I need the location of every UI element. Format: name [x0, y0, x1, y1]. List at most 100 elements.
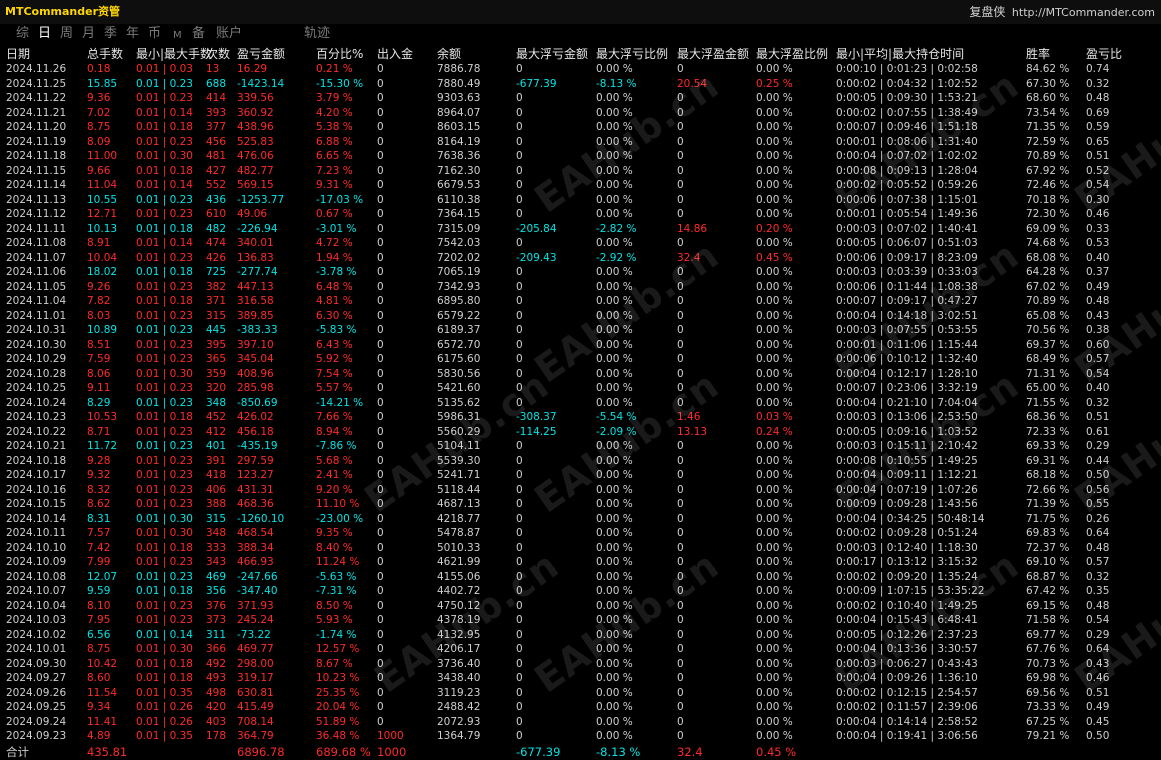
table-row[interactable]: 2024.10.04 8.10 0.01 | 0.23 376 371.93 8.50 %… [0, 599, 1161, 614]
table-row[interactable]: 2024.09.27 8.60 0.01 | 0.18 493 319.17 10.23 … [0, 671, 1161, 686]
table-row[interactable]: 2024.11.22 9.36 0.01 | 0.23 414 339.56 3.79 %… [0, 91, 1161, 106]
header-deposit[interactable]: 出入金 [377, 46, 413, 62]
table-row[interactable]: 2024.10.25 9.11 0.01 | 0.23 320 285.98 5.57 %… [0, 381, 1161, 396]
table-row[interactable]: 2024.09.26 11.54 0.01 | 0.35 498 630.81 25.35… [0, 686, 1161, 701]
header-pl-ratio[interactable]: 盈亏比 [1086, 46, 1122, 62]
cell-pct: -17.03 % [316, 193, 364, 206]
table-row[interactable]: 2024.10.30 8.51 0.01 | 0.23 395 397.10 6.43 %… [0, 338, 1161, 353]
website-link[interactable]: http://MTCommander.com [1012, 6, 1155, 19]
header-max-float-profit-pct[interactable]: 最大浮盈比例 [756, 46, 828, 62]
table-row[interactable]: 2024.11.11 10.13 0.01 | 0.18 482 -226.94 -3.0… [0, 222, 1161, 237]
table-row[interactable]: 2024.11.04 7.82 0.01 | 0.18 371 316.58 4.81 %… [0, 294, 1161, 309]
table-row[interactable]: 2024.10.22 8.71 0.01 | 0.23 412 456.18 8.94 %… [0, 425, 1161, 440]
header-max-float-loss[interactable]: 最大浮亏金额 [516, 46, 588, 62]
toolbar-item-6[interactable]: 币 [148, 25, 161, 42]
table-row[interactable]: 2024.09.30 10.42 0.01 | 0.18 492 298.00 8.67 … [0, 657, 1161, 672]
cell-pct: 3.79 % [316, 92, 353, 104]
table-row[interactable]: 2024.10.24 8.29 0.01 | 0.23 348 -850.69 -14.2… [0, 396, 1161, 411]
table-row[interactable]: 2024.11.15 9.66 0.01 | 0.18 427 482.77 7.23 %… [0, 164, 1161, 179]
cell-max-float-profit-pct: 0.00 % [756, 266, 793, 278]
cell-max-float-profit-pct: 0.00 % [756, 527, 793, 539]
table-row[interactable]: 2024.11.05 9.26 0.01 | 0.23 382 447.13 6.48 %… [0, 280, 1161, 295]
table-row[interactable]: 2024.10.07 9.59 0.01 | 0.18 356 -347.40 -7.31… [0, 584, 1161, 599]
cell-pnl: 569.15 [237, 179, 274, 191]
toolbar-item-0[interactable]: 综 [16, 25, 29, 42]
table-row[interactable]: 2024.10.11 7.57 0.01 | 0.30 348 468.54 9.35 %… [0, 526, 1161, 541]
cell-max-float-loss-pct: 0.00 % [596, 686, 633, 699]
cell-total-lots: 8.31 [87, 512, 111, 525]
cell-max-float-loss: 0 [516, 121, 523, 133]
table-row[interactable]: 2024.10.17 9.32 0.01 | 0.23 418 123.27 2.41 %… [0, 468, 1161, 483]
toolbar-item-5[interactable]: 年 [126, 25, 139, 42]
header-count[interactable]: 次数 [206, 46, 230, 62]
table-row[interactable]: 2024.10.08 12.07 0.01 | 0.23 469 -247.66 -5.6… [0, 570, 1161, 585]
table-row[interactable]: 2024.11.19 8.09 0.01 | 0.23 456 525.83 6.88 %… [0, 135, 1161, 150]
table-row[interactable]: 2024.09.23 4.89 0.01 | 0.35 178 364.79 36.48 … [0, 729, 1161, 744]
cell-pl-ratio: 0.52 [1086, 164, 1110, 177]
cell-date: 2024.10.22 [6, 425, 67, 438]
table-row[interactable]: 2024.10.31 10.89 0.01 | 0.23 445 -383.33 -5.8… [0, 323, 1161, 338]
table-row[interactable]: 2024.11.08 8.91 0.01 | 0.14 474 340.01 4.72 %… [0, 236, 1161, 251]
header-min-max-lots[interactable]: 最小|最大手数 [136, 46, 212, 62]
daily-report-table: 日期 总手数 最小|最大手数 次数 盈亏金额 百分比% 出入金 余额 最大浮亏金额 最大浮亏比例最… [0, 46, 1161, 760]
toolbar-item-9[interactable]: 账户 [216, 25, 242, 42]
toolbar-item-7[interactable]: M [173, 27, 182, 44]
header-hold-time[interactable]: 最小|平均|最大持仓时间 [836, 46, 964, 62]
table-row[interactable]: 2024.10.15 8.62 0.01 | 0.23 388 468.36 11.10 … [0, 497, 1161, 512]
header-pnl[interactable]: 盈亏金额 [237, 46, 285, 62]
toolbar-item-1[interactable]: 日 [38, 25, 51, 42]
table-row[interactable]: 2024.10.02 6.56 0.01 | 0.14 311 -73.22 -1.74 … [0, 628, 1161, 643]
table-row[interactable]: 2024.11.18 11.00 0.01 | 0.30 481 476.06 6.65 … [0, 149, 1161, 164]
table-row[interactable]: 2024.10.09 7.99 0.01 | 0.23 343 466.93 11.24 … [0, 555, 1161, 570]
table-row[interactable]: 2024.10.29 7.59 0.01 | 0.23 365 345.04 5.92 %… [0, 352, 1161, 367]
cell-win-rate: 70.89 % [1026, 150, 1070, 162]
header-total-lots[interactable]: 总手数 [87, 46, 123, 62]
toolbar-item-8[interactable]: 备 [192, 25, 205, 42]
table-row[interactable]: 2024.10.10 7.42 0.01 | 0.18 333 388.34 8.40 %… [0, 541, 1161, 556]
header-max-float-profit[interactable]: 最大浮盈金额 [677, 46, 749, 62]
toolbar-item-2[interactable]: 周 [60, 25, 73, 42]
cell-total-lots: 9.11 [87, 382, 111, 394]
table-row[interactable]: 2024.10.23 10.53 0.01 | 0.18 452 426.02 7.66 … [0, 410, 1161, 425]
cell-pct: 36.48 % [316, 730, 360, 742]
cell-deposit: 0 [377, 309, 384, 322]
table-row[interactable]: 2024.10.16 8.32 0.01 | 0.23 406 431.31 9.20 %… [0, 483, 1161, 498]
header-date[interactable]: 日期 [6, 46, 30, 62]
table-row[interactable]: 2024.11.12 12.71 0.01 | 0.23 610 49.06 0.67 %… [0, 207, 1161, 222]
table-row[interactable]: 2024.11.20 8.75 0.01 | 0.18 377 438.96 5.38 %… [0, 120, 1161, 135]
table-row[interactable]: 2024.11.14 11.04 0.01 | 0.14 552 569.15 9.31 … [0, 178, 1161, 193]
table-row[interactable]: 2024.09.25 9.34 0.01 | 0.26 420 415.49 20.04 … [0, 700, 1161, 715]
toolbar-item-10[interactable]: 轨迹 [304, 25, 330, 42]
cell-max-float-profit: 0 [677, 570, 684, 583]
header-win-rate[interactable]: 胜率 [1026, 46, 1050, 62]
cell-max-float-loss-pct: 0.00 % [596, 483, 633, 496]
fupanxia-link[interactable]: 复盘侠 [969, 5, 1005, 19]
table-row[interactable]: 2024.10.14 8.31 0.01 | 0.30 315 -1260.10 -23.… [0, 512, 1161, 527]
cell-pct: 51.89 % [316, 715, 360, 728]
table-row[interactable]: 2024.11.26 0.18 0.01 | 0.03 13 16.29 0.21 % 0 7… [0, 62, 1161, 77]
cell-date: 2024.11.26 [6, 63, 67, 75]
cell-win-rate: 70.73 % [1026, 657, 1070, 670]
header-balance[interactable]: 余额 [437, 46, 461, 62]
table-row[interactable]: 2024.10.18 9.28 0.01 | 0.23 391 297.59 5.68 %… [0, 454, 1161, 469]
table-row[interactable]: 2024.10.21 11.72 0.01 | 0.23 401 -435.19 -7.8… [0, 439, 1161, 454]
cell-min-max-lots: 0.01 | 0.23 [136, 396, 193, 409]
cell-max-float-loss-pct: 0.00 % [596, 106, 633, 119]
table-row[interactable]: 2024.11.25 15.85 0.01 | 0.23 688 -1423.14 -15… [0, 77, 1161, 92]
toolbar-item-3[interactable]: 月 [82, 25, 95, 42]
table-row[interactable]: 2024.10.03 7.95 0.01 | 0.23 373 245.24 5.93 %… [0, 613, 1161, 628]
header-max-float-loss-pct[interactable]: 最大浮亏比例 [596, 46, 668, 62]
table-row[interactable]: 2024.09.24 11.41 0.01 | 0.26 403 708.14 51.89… [0, 715, 1161, 730]
table-row[interactable]: 2024.11.07 10.04 0.01 | 0.23 426 136.83 1.94 … [0, 251, 1161, 266]
table-row[interactable]: 2024.10.01 8.75 0.01 | 0.30 366 469.77 12.57 … [0, 642, 1161, 657]
table-row[interactable]: 2024.11.06 18.02 0.01 | 0.18 725 -277.74 -3.7… [0, 265, 1161, 280]
cell-pnl: -347.40 [237, 585, 278, 597]
toolbar-item-4[interactable]: 季 [104, 25, 117, 42]
table-row[interactable]: 2024.11.21 7.02 0.01 | 0.14 393 360.92 4.20 %… [0, 106, 1161, 121]
table-row[interactable]: 2024.11.13 10.55 0.01 | 0.23 436 -1253.77 -17… [0, 193, 1161, 208]
table-row[interactable]: 2024.11.01 8.03 0.01 | 0.23 315 389.85 6.30 %… [0, 309, 1161, 324]
cell-max-float-loss-pct: 0.00 % [596, 208, 633, 220]
cell-max-float-profit-pct: 0.00 % [756, 309, 793, 322]
table-row[interactable]: 2024.10.28 8.06 0.01 | 0.30 359 408.96 7.54 %… [0, 367, 1161, 382]
header-pct[interactable]: 百分比% [316, 46, 363, 62]
